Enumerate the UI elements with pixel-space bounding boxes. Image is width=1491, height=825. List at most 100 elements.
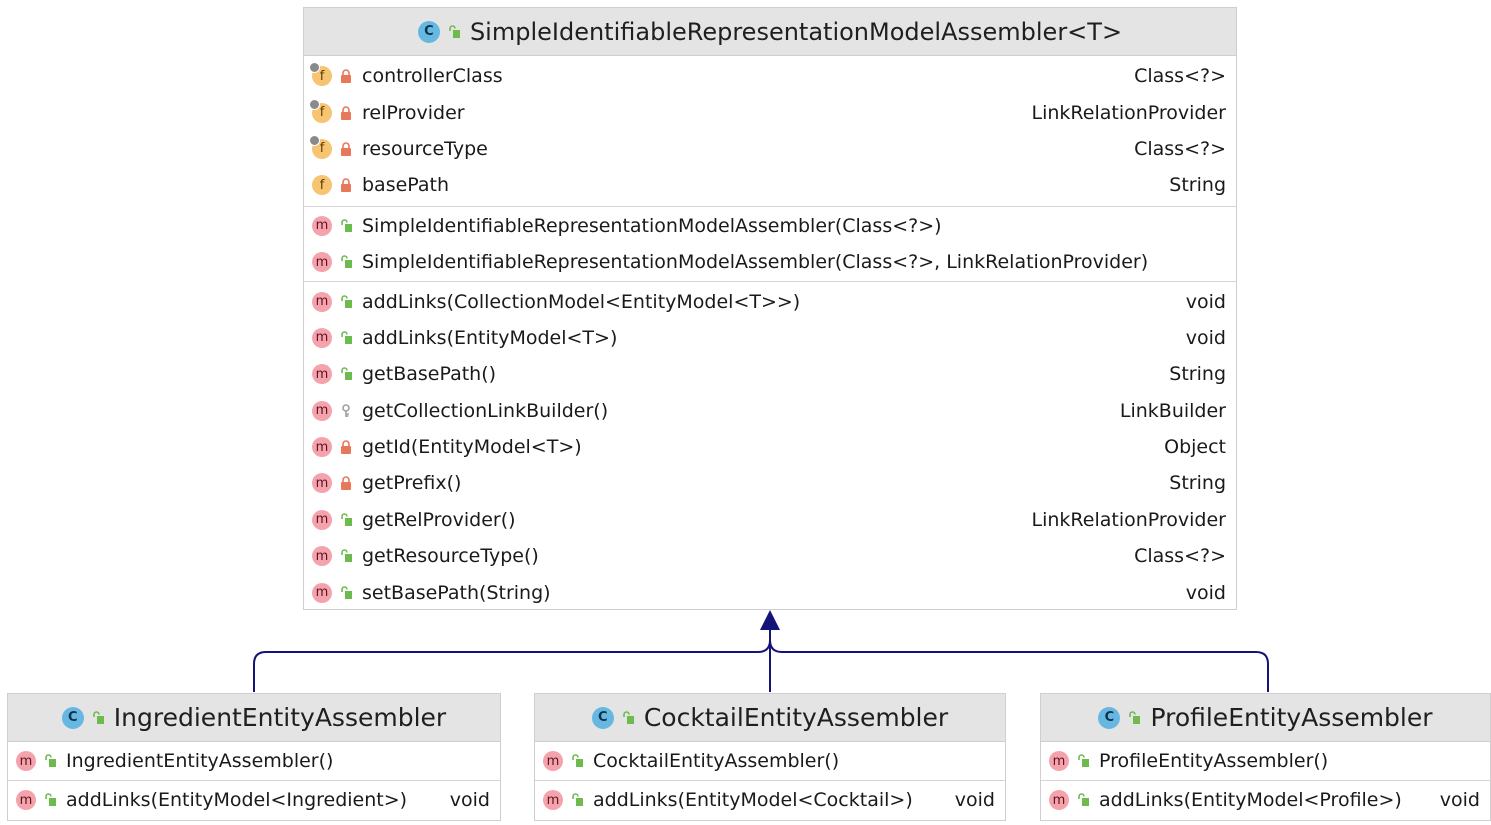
field-name: relProvider: [362, 101, 465, 124]
public-visibility-icon: [92, 710, 104, 724]
method-name: getPrefix(): [362, 472, 462, 495]
method-name: getId(EntityModel<T>): [362, 436, 582, 459]
method-row[interactable]: m getRelProvider() LinkRelationProvider: [304, 502, 1236, 538]
method-row[interactable]: m getPrefix() String: [304, 465, 1236, 501]
constructors-section: m CocktailEntityAssembler(): [535, 742, 1005, 781]
public-visibility-icon: [341, 294, 352, 308]
final-marker-icon: [309, 134, 320, 146]
constructor-row[interactable]: m IngredientEntityAssembler(): [8, 742, 500, 780]
constructor-name: ProfileEntityAssembler(): [1099, 750, 1329, 772]
method-icon: m: [312, 215, 332, 236]
field-icon: f: [309, 134, 332, 159]
constructor-row[interactable]: m CocktailEntityAssembler(): [535, 742, 1005, 780]
field-type: Class<?>: [1134, 137, 1226, 160]
method-icon: m: [312, 473, 332, 494]
method-icon: m: [1049, 751, 1069, 771]
method-name: setBasePath(String): [362, 581, 551, 604]
protected-key-icon: [342, 403, 350, 417]
constructor-row[interactable]: m ProfileEntityAssembler(): [1041, 742, 1490, 780]
method-row[interactable]: m getCollectionLinkBuilder() LinkBuilder: [304, 393, 1236, 429]
method-icon: m: [312, 546, 332, 567]
method-return-type: Object: [1164, 436, 1226, 459]
field-type: String: [1169, 174, 1226, 197]
subclass-name: ProfileEntityAssembler: [1150, 703, 1433, 732]
constructor-name: SimpleIdentifiableRepresentationModelAss…: [362, 214, 942, 237]
methods-section: m addLinks(EntityModel<Cocktail>) void: [535, 781, 1005, 819]
public-visibility-icon: [1129, 710, 1141, 724]
method-row[interactable]: m addLinks(CollectionModel<EntityModel<T…: [304, 283, 1236, 319]
method-row[interactable]: m addLinks(EntityModel<Profile>) void: [1041, 781, 1490, 819]
edge-ingredient: [253, 626, 771, 692]
subclass-header: C ProfileEntityAssembler: [1041, 694, 1490, 742]
method-return-type: LinkRelationProvider: [1031, 508, 1227, 531]
constructor-name: IngredientEntityAssembler(): [66, 750, 334, 772]
method-icon: m: [312, 364, 332, 385]
method-row[interactable]: m setBasePath(String) void: [304, 574, 1236, 610]
field-row[interactable]: f resourceType Class<?>: [304, 131, 1236, 167]
subclass-box-cocktail[interactable]: C CocktailEntityAssembler m CocktailEnti…: [534, 693, 1006, 821]
field-row[interactable]: f controllerClass Class<?>: [304, 58, 1236, 94]
method-icon: m: [16, 751, 36, 771]
constructors-section: m SimpleIdentifiableRepresentationModelA…: [304, 207, 1236, 283]
method-name: addLinks(EntityModel<Ingredient>): [66, 789, 408, 811]
method-icon: m: [543, 751, 563, 771]
method-icon: m: [312, 509, 332, 530]
edge-profile: [769, 626, 1269, 692]
subclass-name: IngredientEntityAssembler: [113, 703, 447, 732]
parent-class-header: C SimpleIdentifiableRepresentationModelA…: [304, 8, 1236, 56]
method-row[interactable]: m getResourceType() Class<?>: [304, 538, 1236, 574]
class-icon: C: [591, 706, 614, 729]
private-lock-icon: [341, 69, 351, 84]
constructors-section: m ProfileEntityAssembler(): [1041, 742, 1490, 781]
method-row[interactable]: m addLinks(EntityModel<T>) void: [304, 320, 1236, 356]
method-icon: m: [312, 327, 332, 348]
method-icon: m: [312, 582, 332, 603]
method-name: getRelProvider(): [362, 508, 516, 531]
class-icon: C: [417, 20, 440, 43]
method-name: addLinks(EntityModel<T>): [362, 326, 618, 349]
subclass-box-ingredient[interactable]: C IngredientEntityAssembler m Ingredient…: [7, 693, 501, 821]
public-visibility-icon: [341, 513, 352, 526]
private-lock-icon: [341, 476, 351, 491]
public-visibility-icon: [1078, 793, 1089, 806]
public-visibility-icon: [341, 367, 352, 381]
field-type: LinkRelationProvider: [1031, 101, 1227, 124]
constructor-name: CocktailEntityAssembler(): [593, 750, 840, 772]
field-type: Class<?>: [1134, 65, 1226, 88]
constructors-section: m IngredientEntityAssembler(): [8, 742, 500, 781]
method-return-type: LinkBuilder: [1119, 399, 1226, 422]
field-row[interactable]: f relProvider LinkRelationProvider: [304, 94, 1236, 130]
method-return-type: void: [954, 789, 995, 811]
subclass-box-profile[interactable]: C ProfileEntityAssembler m ProfileEntity…: [1040, 693, 1491, 821]
inheritance-arrowhead: [760, 610, 780, 630]
public-visibility-icon: [341, 585, 352, 599]
public-visibility-icon: [449, 24, 460, 38]
method-name: addLinks(EntityModel<Profile>): [1099, 789, 1402, 811]
method-icon: m: [312, 437, 332, 458]
method-name: getResourceType(): [362, 545, 539, 568]
public-visibility-icon: [341, 549, 352, 563]
field-icon: f: [309, 98, 332, 123]
parent-class-box[interactable]: C SimpleIdentifiableRepresentationModelA…: [303, 7, 1237, 610]
public-visibility-icon: [45, 793, 56, 806]
field-icon: f: [312, 175, 332, 196]
method-row[interactable]: m addLinks(EntityModel<Ingredient>) void: [8, 781, 500, 819]
class-icon: C: [61, 706, 84, 729]
public-visibility-icon: [341, 218, 352, 232]
parent-class-name: SimpleIdentifiableRepresentationModelAss…: [469, 17, 1123, 46]
method-row[interactable]: m getBasePath() String: [304, 356, 1236, 392]
constructor-row[interactable]: m SimpleIdentifiableRepresentationModelA…: [304, 244, 1236, 280]
method-return-type: void: [1439, 789, 1480, 811]
public-visibility-icon: [572, 754, 583, 767]
constructor-name: SimpleIdentifiableRepresentationModelAss…: [362, 251, 1149, 274]
method-row[interactable]: m addLinks(EntityModel<Cocktail>) void: [535, 781, 1005, 819]
field-row[interactable]: f basePath String: [304, 167, 1236, 203]
fields-section: f controllerClass Class<?> f relProvider…: [304, 56, 1236, 207]
method-row[interactable]: m getId(EntityModel<T>) Object: [304, 429, 1236, 465]
private-lock-icon: [341, 178, 351, 193]
constructor-row[interactable]: m SimpleIdentifiableRepresentationModelA…: [304, 208, 1236, 244]
public-visibility-icon: [341, 255, 352, 269]
method-name: addLinks(CollectionModel<EntityModel<T>>…: [362, 290, 801, 313]
final-marker-icon: [309, 62, 320, 74]
class-icon: C: [1098, 706, 1121, 729]
